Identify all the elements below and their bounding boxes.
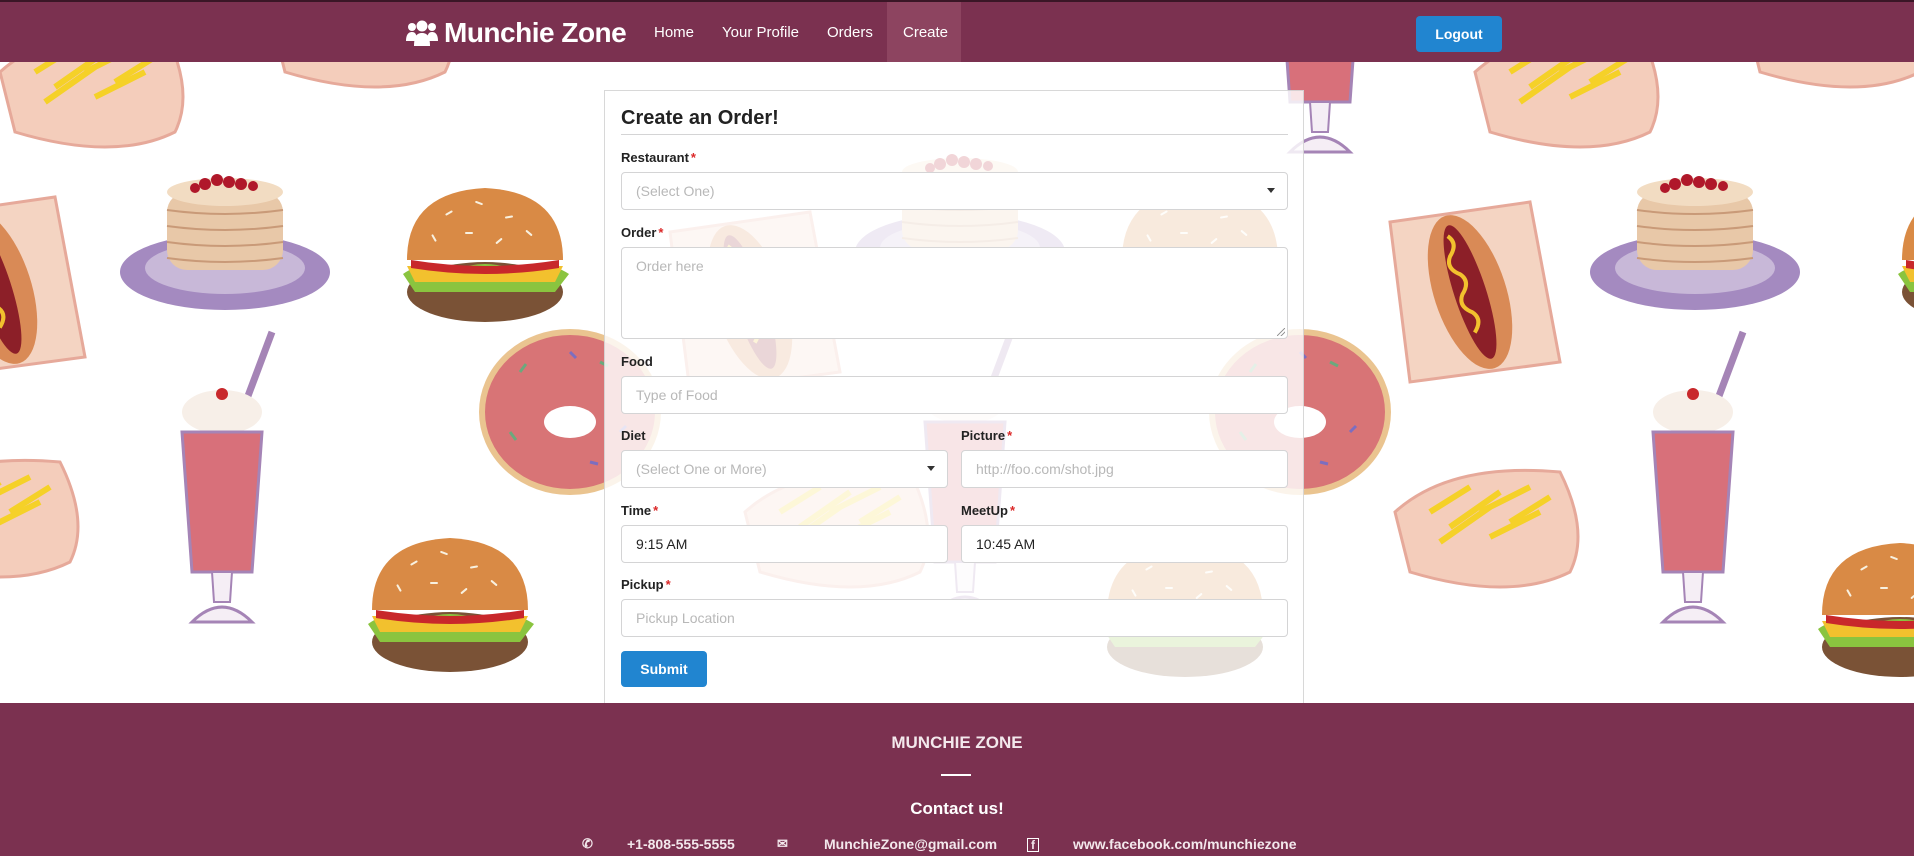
footer-brand: MUNCHIE ZONE	[891, 733, 1023, 752]
meetup-input-value: 10:45 AM	[976, 536, 1036, 552]
email-link[interactable]: MunchieZone@gmail.com	[824, 836, 997, 852]
diet-label-text: Diet	[621, 428, 646, 443]
food-input-placeholder: Type of Food	[636, 387, 718, 403]
time-input-value: 9:15 AM	[636, 536, 688, 552]
pickup-input[interactable]: Pickup Location	[621, 599, 1288, 637]
chevron-down-icon	[1267, 188, 1275, 193]
diet-label: Diet	[621, 428, 646, 443]
required-marker: *	[653, 503, 659, 518]
order-textarea-placeholder: Order here	[636, 258, 704, 274]
food-input[interactable]: Type of Food	[621, 376, 1288, 414]
restaurant-select[interactable]: (Select One)	[621, 172, 1288, 210]
required-marker: *	[1007, 428, 1013, 443]
brand-name: Munchie Zone	[444, 17, 627, 48]
users-icon	[406, 20, 438, 46]
brand-logo[interactable]: Munchie Zone	[406, 16, 627, 50]
diet-select[interactable]: (Select One or More)	[621, 450, 948, 488]
phone-number[interactable]: +1-808-555-5555	[627, 836, 735, 852]
picture-label-text: Picture	[961, 428, 1006, 443]
food-label-text: Food	[621, 354, 653, 369]
form-title: Create an Order!	[621, 107, 779, 129]
top-navbar: Munchie Zone Home Your Profile Orders Cr…	[0, 0, 1914, 62]
picture-label: Picture *	[961, 428, 1012, 443]
pickup-label-text: Pickup	[621, 577, 664, 592]
nav-home[interactable]: Home	[638, 2, 710, 62]
footer: MUNCHIE ZONE Contact us! ✆ +1-808-555-55…	[0, 703, 1914, 856]
food-label: Food	[621, 354, 653, 369]
facebook-link[interactable]: www.facebook.com/munchiezone	[1073, 836, 1297, 852]
required-marker: *	[1009, 503, 1016, 518]
order-textarea[interactable]: Order here	[621, 247, 1288, 339]
nav-orders[interactable]: Orders	[811, 2, 889, 62]
required-marker: *	[665, 577, 671, 592]
picture-url-placeholder: http://foo.com/shot.jpg	[976, 461, 1114, 477]
restaurant-label: Restaurant *	[621, 150, 696, 165]
order-label: Order *	[621, 225, 663, 240]
facebook-icon: f	[1027, 838, 1039, 852]
diet-select-placeholder: (Select One or More)	[636, 461, 767, 477]
order-label-text: Order	[621, 225, 657, 240]
create-order-form: Create an Order! Restaurant * (Select One…	[604, 90, 1304, 703]
footer-divider	[941, 774, 971, 776]
meetup-label-text: MeetUp	[961, 503, 1008, 518]
submit-button[interactable]: Submit	[621, 651, 707, 687]
required-marker: *	[690, 150, 696, 165]
contact-row: ✆ +1-808-555-5555 ✉ MunchieZone@gmail.co…	[0, 836, 1914, 856]
nav-create[interactable]: Create	[887, 2, 961, 62]
pickup-input-placeholder: Pickup Location	[636, 610, 735, 626]
nav-your-profile[interactable]: Your Profile	[706, 2, 815, 62]
envelope-icon: ✉	[777, 836, 788, 851]
time-label: Time *	[621, 503, 658, 518]
chevron-down-icon	[927, 466, 935, 471]
time-input[interactable]: 9:15 AM	[621, 525, 948, 563]
time-label-text: Time	[621, 503, 652, 518]
resize-handle-icon[interactable]	[1277, 328, 1285, 336]
required-marker: *	[658, 225, 664, 240]
contact-heading: Contact us!	[910, 799, 1004, 818]
logout-button[interactable]: Logout	[1416, 16, 1502, 52]
meetup-input[interactable]: 10:45 AM	[961, 525, 1288, 563]
phone-icon: ✆	[582, 836, 593, 851]
meetup-label: MeetUp *	[961, 503, 1015, 518]
restaurant-label-text: Restaurant	[621, 150, 689, 165]
restaurant-select-placeholder: (Select One)	[636, 183, 715, 199]
title-divider	[621, 134, 1288, 135]
pickup-label: Pickup *	[621, 577, 671, 592]
picture-url-input[interactable]: http://foo.com/shot.jpg	[961, 450, 1288, 488]
